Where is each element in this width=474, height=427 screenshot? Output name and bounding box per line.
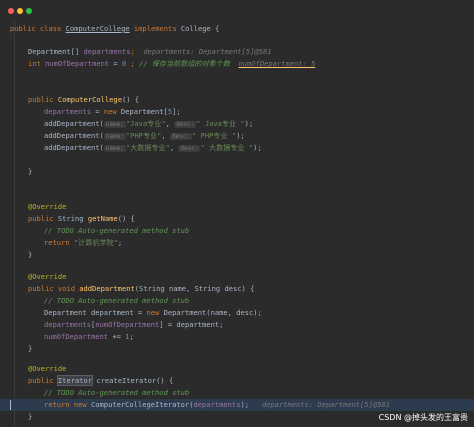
code-line-new-department[interactable]: Department department = new Department(n… [44,307,262,319]
indent-guide [14,20,15,427]
code-line-class-decl[interactable]: public class ComputerCollege implements … [10,23,219,35]
watermark: CSDN @掉头发的王富贵 [378,413,468,422]
code-line-override-annotation[interactable]: @Override [28,271,66,283]
code-line-return-iterator[interactable]: return new ComputerCollegeIterator(depar… [44,399,390,411]
code-line-add-java[interactable]: addDepartment(name: "Java专业", desc: " Java… [44,118,253,130]
code-line-todo-comment[interactable]: // TODO Auto-generated method stub [44,387,189,399]
code-editor[interactable]: public class ComputerCollege implements … [0,20,474,427]
code-line-constructor[interactable]: public ComputerCollege() { [28,94,139,106]
zoom-window-button[interactable] [26,8,32,14]
code-line-getname-decl[interactable]: public String getName() { [28,213,135,225]
ide-window: public class ComputerCollege implements … [0,0,474,427]
code-line-add-php[interactable]: addDepartment(name: "PHP专业", desc: " PHP专业… [44,130,245,142]
code-line-override-annotation[interactable]: @Override [28,201,66,213]
code-line-count-field[interactable]: int numOfDepartment = 0 ; // 保存当前数组的对象个数… [28,58,315,70]
code-line-array-init[interactable]: departments = new Department[5]; [44,106,181,118]
code-line-departments-field[interactable]: Department[] departments; departments: D… [28,46,271,58]
code-line-adddepartment-decl[interactable]: public void addDepartment(String name, S… [28,283,254,295]
code-line-increment[interactable]: numOfDepartment += 1; [44,331,134,343]
code-line-array-assign[interactable]: departments[numOfDepartment] = departmen… [44,319,223,331]
minimize-window-button[interactable] [17,8,23,14]
code-line-createiterator-decl[interactable]: public Iterator createIterator() { [28,375,173,387]
close-window-button[interactable] [8,8,14,14]
code-line-return-name[interactable]: return "计算机学院"; [44,237,122,249]
code-line-todo-comment[interactable]: // TODO Auto-generated method stub [44,225,189,237]
code-line-override-annotation[interactable]: @Override [28,363,66,375]
text-caret [10,400,11,410]
code-line-close-brace[interactable]: } [28,411,32,423]
code-line-close-brace[interactable]: } [28,166,32,178]
code-line-add-bigdata[interactable]: addDepartment(name: "大数据专业", desc: " 大数据专业… [44,142,262,154]
code-line-close-brace[interactable]: } [28,249,32,261]
code-line-close-brace[interactable]: } [28,343,32,355]
title-bar [0,0,474,20]
code-line-todo-comment[interactable]: // TODO Auto-generated method stub [44,295,189,307]
